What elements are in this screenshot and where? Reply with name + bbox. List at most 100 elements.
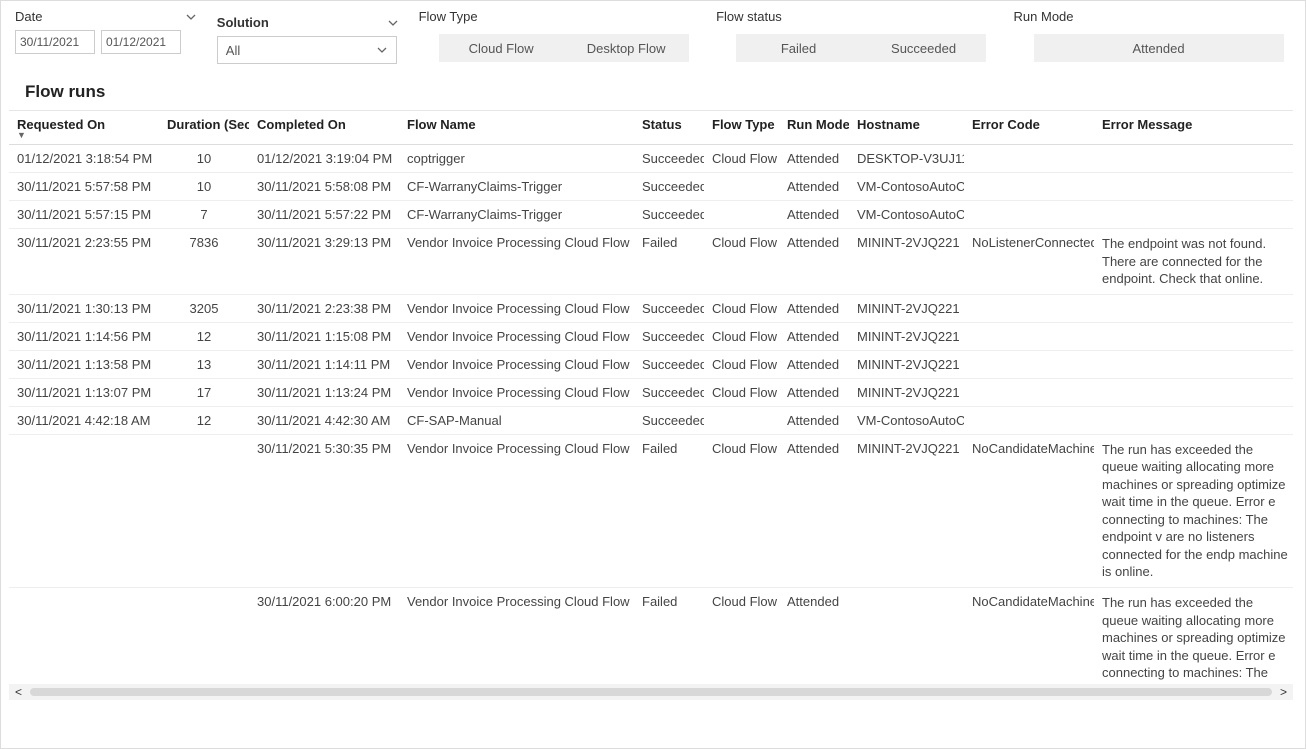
- cell-hostname: MININT-2VJQ221: [849, 378, 964, 406]
- table-row[interactable]: 30/11/2021 4:42:18 AM1230/11/2021 4:42:3…: [9, 406, 1293, 434]
- cell-status: Failed: [634, 588, 704, 684]
- scroll-left-icon[interactable]: <: [15, 685, 22, 699]
- run-mode-label: Run Mode: [1014, 9, 1291, 24]
- col-run-mode[interactable]: Run Mode: [779, 111, 849, 145]
- cell-requestedOn: [9, 434, 159, 587]
- cell-flowType: Cloud Flow: [704, 322, 779, 350]
- cell-flowType: Cloud Flow: [704, 145, 779, 173]
- cell-flowName: Vendor Invoice Processing Cloud Flow: [399, 322, 634, 350]
- run-mode-attended-button[interactable]: Attended: [1034, 34, 1284, 62]
- cell-flowType: Cloud Flow: [704, 434, 779, 587]
- cell-completedOn: 30/11/2021 3:29:13 PM: [249, 229, 399, 295]
- cell-status: Failed: [634, 434, 704, 587]
- sort-desc-icon: ▼: [17, 132, 151, 138]
- table-row[interactable]: 30/11/2021 1:13:07 PM1730/11/2021 1:13:2…: [9, 378, 1293, 406]
- table-row[interactable]: 30/11/2021 1:13:58 PM1330/11/2021 1:14:1…: [9, 350, 1293, 378]
- chevron-down-icon[interactable]: [387, 17, 399, 29]
- cell-flowName: CF-WarranyClaims-Trigger: [399, 201, 634, 229]
- col-error-message[interactable]: Error Message: [1094, 111, 1293, 145]
- cell-errorCode: [964, 201, 1094, 229]
- flow-status-filter: Flow status Failed Succeeded: [716, 9, 993, 62]
- cell-duration: 17: [159, 378, 249, 406]
- cell-duration: 7: [159, 201, 249, 229]
- scroll-right-icon[interactable]: >: [1280, 685, 1287, 699]
- cell-duration: 10: [159, 145, 249, 173]
- cell-requestedOn: 30/11/2021 4:42:18 AM: [9, 406, 159, 434]
- table-row[interactable]: 30/11/2021 2:23:55 PM783630/11/2021 3:29…: [9, 229, 1293, 295]
- table-row[interactable]: 30/11/2021 5:57:15 PM730/11/2021 5:57:22…: [9, 201, 1293, 229]
- cell-completedOn: 30/11/2021 5:30:35 PM: [249, 434, 399, 587]
- table-row[interactable]: 30/11/2021 1:30:13 PM320530/11/2021 2:23…: [9, 294, 1293, 322]
- horizontal-scrollbar[interactable]: < >: [9, 684, 1293, 700]
- table-row[interactable]: 30/11/2021 5:57:58 PM1030/11/2021 5:58:0…: [9, 173, 1293, 201]
- cell-hostname: MININT-2VJQ221: [849, 350, 964, 378]
- date-filter: Date: [15, 9, 197, 54]
- cell-flowType: [704, 406, 779, 434]
- col-duration[interactable]: Duration (Sec): [159, 111, 249, 145]
- date-from-input[interactable]: [15, 30, 95, 54]
- solution-label: Solution: [217, 15, 399, 30]
- flow-status-succeeded-button[interactable]: Succeeded: [861, 34, 986, 62]
- cell-flowType: Cloud Flow: [704, 294, 779, 322]
- cell-hostname: MININT-2VJQ221: [849, 294, 964, 322]
- cell-runMode: Attended: [779, 434, 849, 587]
- col-hostname[interactable]: Hostname: [849, 111, 964, 145]
- col-flow-name[interactable]: Flow Name: [399, 111, 634, 145]
- cell-requestedOn: 30/11/2021 5:57:58 PM: [9, 173, 159, 201]
- table-row[interactable]: 30/11/2021 1:14:56 PM1230/11/2021 1:15:0…: [9, 322, 1293, 350]
- cell-errorMessage: [1094, 378, 1293, 406]
- cell-errorMessage: The run has exceeded the queue waiting a…: [1094, 434, 1293, 587]
- cell-requestedOn: 30/11/2021 5:57:15 PM: [9, 201, 159, 229]
- cell-duration: 12: [159, 322, 249, 350]
- solution-select[interactable]: All: [217, 36, 397, 64]
- cell-requestedOn: 30/11/2021 1:30:13 PM: [9, 294, 159, 322]
- cell-completedOn: 30/11/2021 2:23:38 PM: [249, 294, 399, 322]
- cell-status: Succeeded: [634, 322, 704, 350]
- cell-flowType: [704, 173, 779, 201]
- cell-requestedOn: 30/11/2021 2:23:55 PM: [9, 229, 159, 295]
- col-flow-type[interactable]: Flow Type: [704, 111, 779, 145]
- scrollbar-track[interactable]: [30, 688, 1272, 696]
- cell-errorMessage: The run has exceeded the queue waiting a…: [1094, 588, 1293, 684]
- cell-errorCode: [964, 145, 1094, 173]
- cell-completedOn: 30/11/2021 5:58:08 PM: [249, 173, 399, 201]
- chevron-down-icon[interactable]: [185, 11, 197, 23]
- cell-errorMessage: [1094, 145, 1293, 173]
- cell-errorMessage: The endpoint was not found. There are co…: [1094, 229, 1293, 295]
- table-scroll[interactable]: Requested On ▼ Duration (Sec) Completed …: [9, 111, 1293, 684]
- cell-runMode: Attended: [779, 350, 849, 378]
- table-row[interactable]: 30/11/2021 6:00:20 PMVendor Invoice Proc…: [9, 588, 1293, 684]
- flow-type-label-text: Flow Type: [419, 9, 478, 24]
- col-requested-on-label: Requested On: [17, 117, 105, 132]
- col-requested-on[interactable]: Requested On ▼: [9, 111, 159, 145]
- filter-bar: Date Solution All Flow Type C: [1, 1, 1305, 78]
- cell-completedOn: 30/11/2021 1:13:24 PM: [249, 378, 399, 406]
- col-completed-on[interactable]: Completed On: [249, 111, 399, 145]
- cell-errorMessage: [1094, 294, 1293, 322]
- cell-errorMessage: [1094, 406, 1293, 434]
- table-row[interactable]: 30/11/2021 5:30:35 PMVendor Invoice Proc…: [9, 434, 1293, 587]
- cell-requestedOn: 30/11/2021 1:13:07 PM: [9, 378, 159, 406]
- flow-status-label-text: Flow status: [716, 9, 782, 24]
- cell-flowType: Cloud Flow: [704, 350, 779, 378]
- table-row[interactable]: 01/12/2021 3:18:54 PM1001/12/2021 3:19:0…: [9, 145, 1293, 173]
- solution-value: All: [226, 43, 240, 58]
- col-error-code[interactable]: Error Code: [964, 111, 1094, 145]
- cell-hostname: VM-ContosoAutoC: [849, 173, 964, 201]
- cell-completedOn: 30/11/2021 6:00:20 PM: [249, 588, 399, 684]
- flow-type-desktop-button[interactable]: Desktop Flow: [564, 34, 689, 62]
- cell-hostname: VM-ContosoAutoC: [849, 201, 964, 229]
- cell-errorCode: [964, 173, 1094, 201]
- flow-type-filter: Flow Type Cloud Flow Desktop Flow: [419, 9, 696, 62]
- cell-hostname: VM-ContosoAutoC: [849, 406, 964, 434]
- flow-status-failed-button[interactable]: Failed: [736, 34, 861, 62]
- cell-runMode: Attended: [779, 406, 849, 434]
- col-status[interactable]: Status: [634, 111, 704, 145]
- cell-flowName: Vendor Invoice Processing Cloud Flow: [399, 350, 634, 378]
- flow-type-cloud-button[interactable]: Cloud Flow: [439, 34, 564, 62]
- cell-flowName: Vendor Invoice Processing Cloud Flow: [399, 588, 634, 684]
- cell-errorMessage: [1094, 350, 1293, 378]
- date-to-input[interactable]: [101, 30, 181, 54]
- cell-completedOn: 30/11/2021 1:15:08 PM: [249, 322, 399, 350]
- cell-requestedOn: 30/11/2021 1:14:56 PM: [9, 322, 159, 350]
